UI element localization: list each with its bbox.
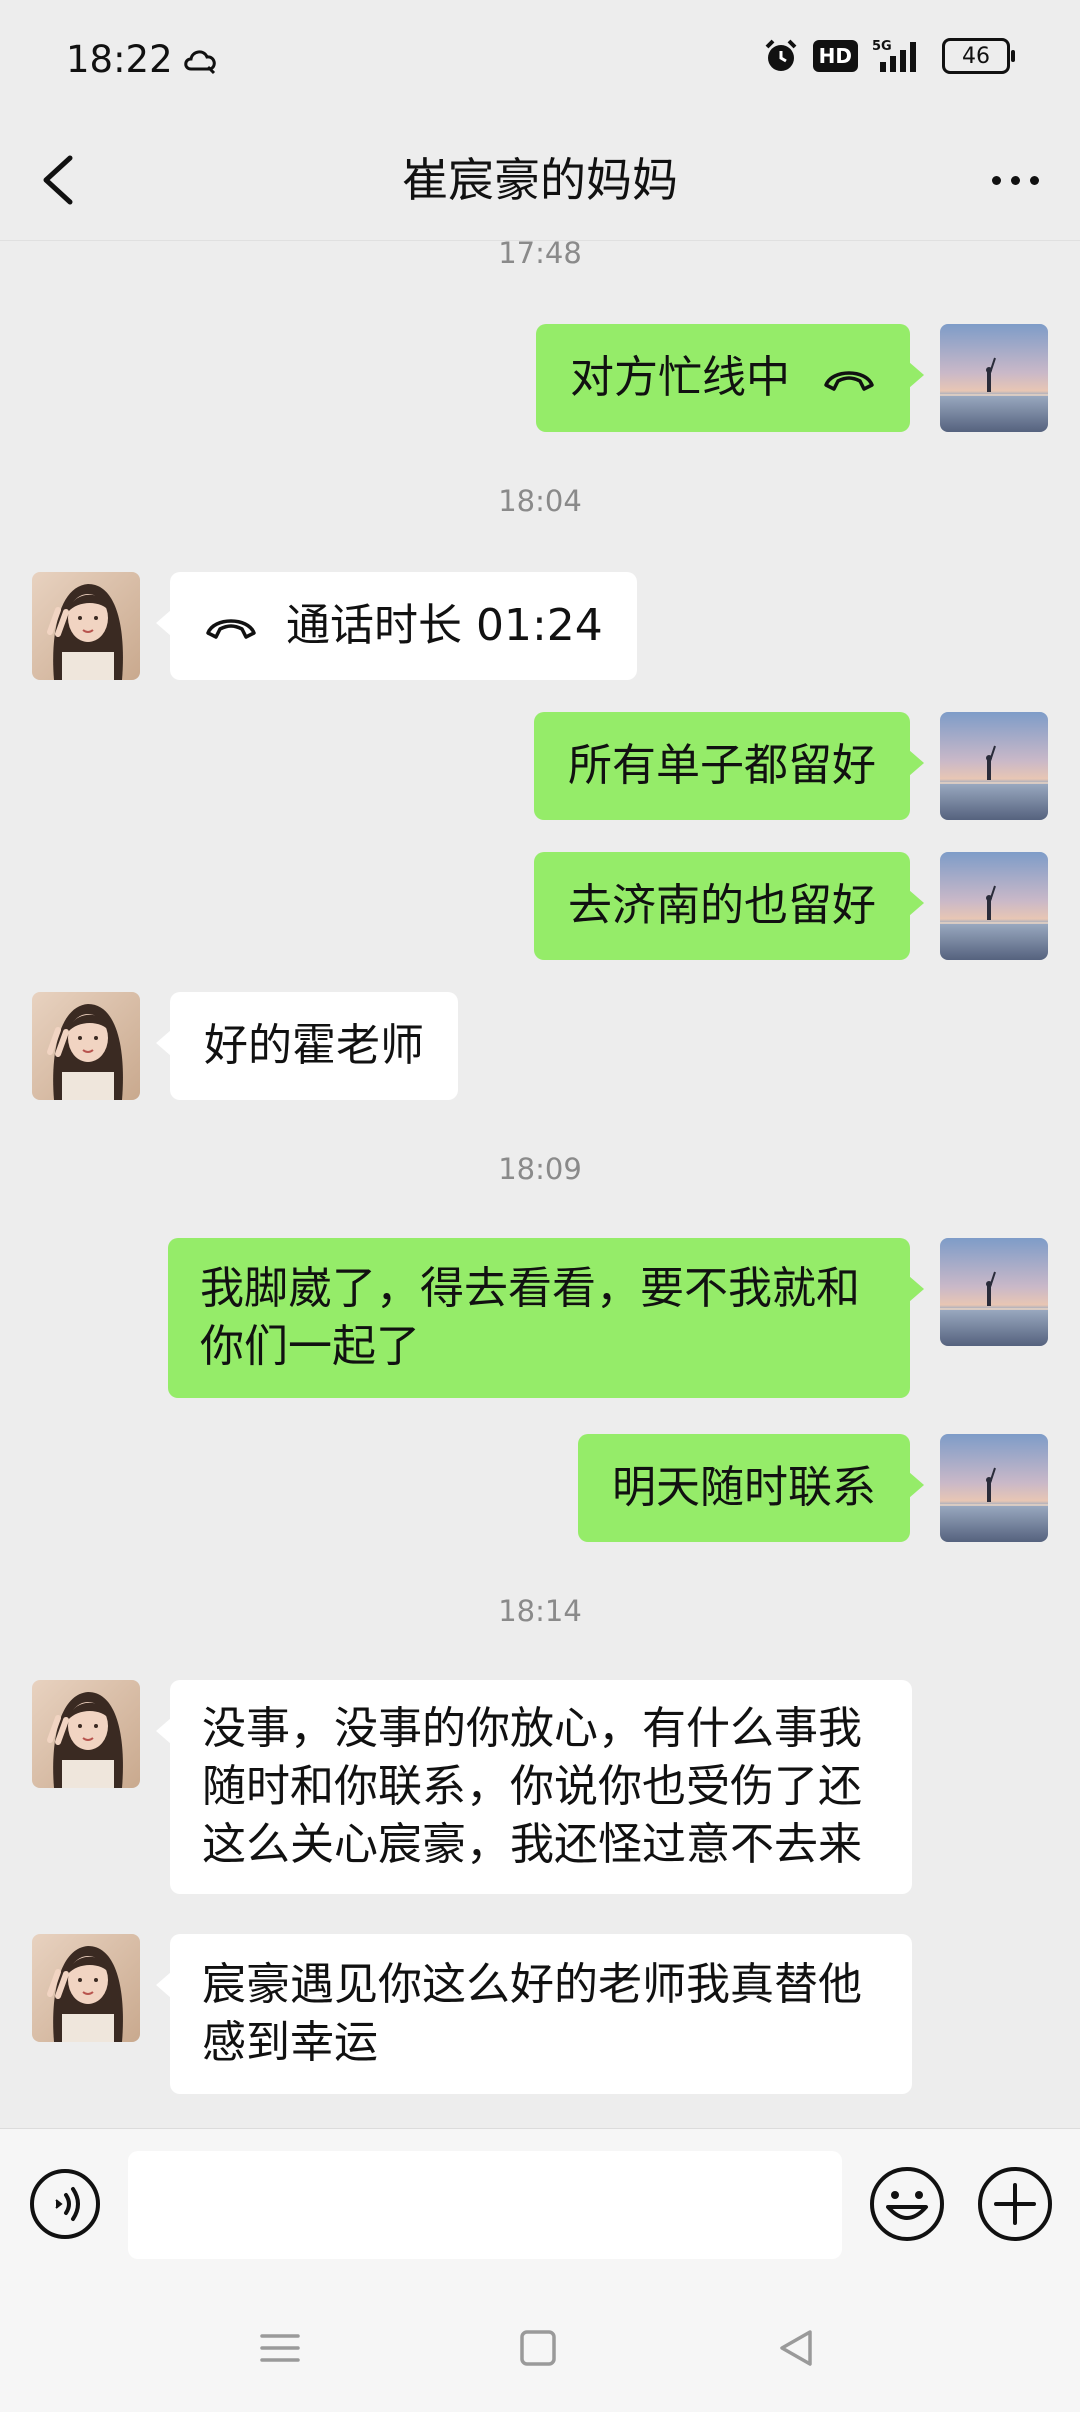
message-line: 没事，没事的你放心，有什么事我: [202, 1703, 862, 1754]
timestamp: 18:04: [498, 484, 582, 518]
voice-icon[interactable]: [28, 2167, 102, 2241]
my-avatar[interactable]: [940, 852, 1048, 960]
home-icon[interactable]: [514, 2324, 562, 2372]
message-bubble-sent[interactable]: 所有单子都留好: [534, 712, 924, 820]
message-bubble-received[interactable]: 宸豪遇见你这么好的老师我真替他 感到幸运: [156, 1934, 912, 2094]
my-avatar[interactable]: [940, 324, 1048, 432]
chat-header: 崔宸豪的妈妈: [0, 120, 1080, 241]
message-line: 你们一起了: [200, 1321, 420, 1372]
system-navigation: [0, 2284, 1080, 2412]
timestamp: 18:14: [498, 1594, 582, 1628]
5g-signal-icon: 5G: [872, 39, 916, 72]
message-bubble-sent[interactable]: 我脚崴了，得去看看，要不我就和 你们一起了: [168, 1238, 924, 1398]
message-line: 这么关心宸豪，我还怪过意不去来: [202, 1819, 862, 1870]
message-text: 去济南的也留好: [568, 880, 876, 931]
phone-hangup-icon: [206, 619, 256, 639]
my-avatar[interactable]: [940, 712, 1048, 820]
message-text: 通话时长 01:24: [286, 600, 603, 651]
alarm-icon: [765, 39, 797, 71]
back-triangle-icon[interactable]: [772, 2324, 820, 2372]
menu-icon[interactable]: [256, 2324, 304, 2372]
plus-icon[interactable]: [976, 2165, 1054, 2243]
message-input[interactable]: [128, 2151, 842, 2259]
status-time: 18:22: [66, 38, 173, 81]
message-line: 宸豪遇见你这么好的老师我真替他: [202, 1959, 862, 2010]
my-avatar[interactable]: [940, 1238, 1048, 1346]
message-bubble-sent[interactable]: 明天随时联系: [578, 1434, 924, 1542]
timestamp: 17:48: [498, 236, 582, 270]
contact-avatar[interactable]: [32, 572, 140, 680]
message-bubble-sent[interactable]: 对方忙线中: [536, 324, 924, 432]
my-avatar[interactable]: [940, 1434, 1048, 1542]
input-bar: [0, 2128, 1080, 2285]
message-bubble-sent[interactable]: 去济南的也留好: [534, 852, 924, 960]
message-bubble-received[interactable]: 通话时长 01:24: [156, 572, 637, 680]
contact-avatar[interactable]: [32, 1680, 140, 1788]
message-bubble-received[interactable]: 好的霍老师: [156, 992, 458, 1100]
message-text: 所有单子都留好: [568, 740, 876, 791]
timestamp: 18:09: [498, 1152, 582, 1186]
status-bar: 18:22 HD 5G 46: [0, 0, 1080, 120]
more-icon[interactable]: [980, 148, 1050, 212]
message-text: 好的霍老师: [204, 1020, 424, 1071]
status-icons: HD 5G 46: [763, 38, 1015, 74]
message-bubble-received[interactable]: 没事，没事的你放心，有什么事我 随时和你联系，你说你也受伤了还 这么关心宸豪，我…: [156, 1680, 912, 1894]
emoji-icon[interactable]: [868, 2165, 946, 2243]
message-text: 明天随时联系: [612, 1462, 876, 1513]
battery-level: 46: [962, 43, 990, 69]
hd-icon: HD: [812, 40, 858, 72]
contact-avatar[interactable]: [32, 992, 140, 1100]
message-text: 对方忙线中: [570, 352, 790, 403]
page-title: 崔宸豪的妈妈: [402, 153, 678, 207]
contact-avatar[interactable]: [32, 1934, 140, 2042]
message-line: 感到幸运: [202, 2017, 378, 2068]
svg-text:5G: 5G: [872, 39, 892, 54]
message-line: 随时和你联系，你说你也受伤了还: [202, 1761, 862, 1812]
message-line: 我脚崴了，得去看看，要不我就和: [200, 1263, 860, 1314]
battery-icon: 46: [942, 38, 1015, 74]
phone-hangup-icon: [824, 371, 874, 391]
cloud-icon: [184, 50, 216, 75]
